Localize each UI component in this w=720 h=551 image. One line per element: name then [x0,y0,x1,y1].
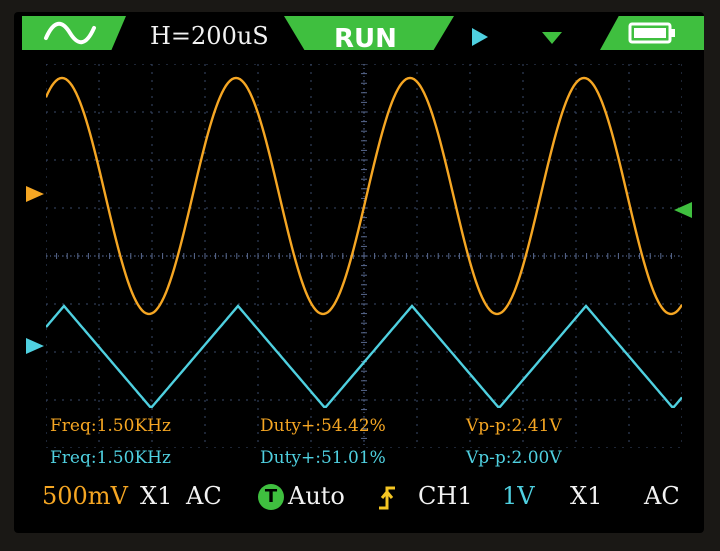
right-triangle-icon[interactable] [470,26,490,48]
ch2-coupling[interactable]: AC [644,482,680,510]
ch1-frequency: Freq:1.50KHz [50,416,171,436]
ch1-duty: Duty+:54.42% [260,416,386,436]
ch1-offset-marker[interactable] [26,184,46,204]
ch2-probe[interactable]: X1 [570,482,602,510]
battery-icon [628,22,675,44]
oscilloscope-screen: H=200uS RUN Freq:1.50KHz Duty+:54.42% Vp… [14,12,704,533]
ch2-frequency: Freq:1.50KHz [50,448,171,468]
ch1-volts-per-div[interactable]: 500mV [42,482,128,510]
trigger-mode[interactable]: Auto [288,482,345,510]
battery-indicator [600,16,704,50]
ch2-volts-per-div[interactable]: 1V [502,482,535,510]
top-bar: H=200uS RUN [14,12,704,56]
waveform-grid [46,64,682,448]
ch1-vpp: Vp-p:2.41V [466,416,562,436]
trigger-badge-icon: T [258,484,284,510]
timebase-label[interactable]: H=200uS [150,22,269,50]
ch1-coupling[interactable]: AC [186,482,222,510]
ch2-vpp: Vp-p:2.00V [466,448,562,468]
ch1-probe[interactable]: X1 [140,482,172,510]
waveform-mode-button[interactable] [22,16,126,50]
trigger-level-marker[interactable] [674,200,694,220]
down-triangle-icon[interactable] [540,30,564,46]
trigger-source[interactable]: CH1 [418,482,473,510]
rising-edge-icon[interactable] [376,484,398,512]
ch2-offset-marker[interactable] [26,336,46,356]
ch2-duty: Duty+:51.01% [260,448,386,468]
sine-wave-icon [44,21,96,45]
run-status: RUN [334,24,397,54]
run-stop-button[interactable]: RUN [284,16,454,50]
